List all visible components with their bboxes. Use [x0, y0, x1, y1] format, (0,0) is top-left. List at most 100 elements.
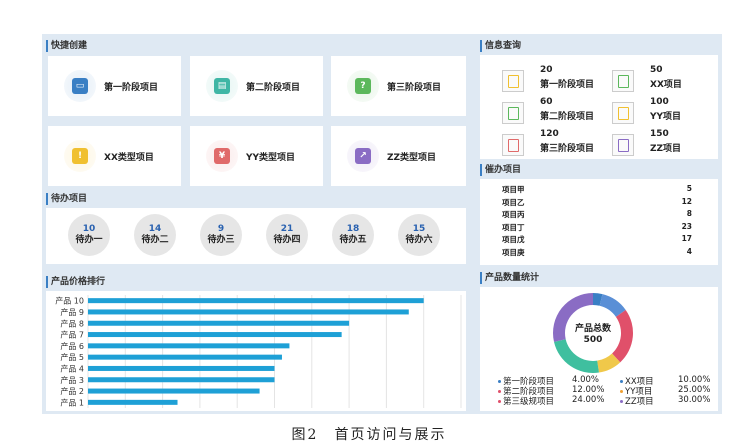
quick-create-card[interactable]: ? 第三阶段项目: [331, 56, 466, 116]
todo-label: 待办二: [141, 235, 169, 245]
info-name: 第三阶段项目: [540, 144, 595, 154]
info-number: 100: [650, 97, 669, 107]
chart-icon: ↗: [347, 140, 379, 172]
urge-panel: 项目甲 5 项目乙 12 项目丙 8 项目丁 23 项目戊 17 项目庚 4: [480, 179, 718, 265]
quick-create-card[interactable]: ¥ YY类型项目: [190, 126, 323, 186]
price-bar[interactable]: [88, 309, 409, 315]
urge-row[interactable]: 项目庚 4: [502, 247, 692, 259]
doc-icon: [502, 102, 524, 124]
urge-name: 项目丁: [502, 222, 525, 232]
bar-category-label: 产品 9: [60, 307, 84, 317]
price-bar[interactable]: [88, 388, 260, 394]
todo-item[interactable]: 15 待办六: [398, 214, 440, 256]
todo-item[interactable]: 21 待办四: [266, 214, 308, 256]
donut-center-value: 500: [583, 335, 603, 345]
legend-percent: 12.00%: [572, 385, 605, 395]
quick-create-card[interactable]: ▤ 第二阶段项目: [190, 56, 323, 116]
quick-create-card[interactable]: ↗ ZZ类型项目: [331, 126, 466, 186]
todo-count: 10: [82, 224, 96, 234]
legend-name: 第三级规项目: [503, 397, 555, 407]
urge-row[interactable]: 项目戊 17: [502, 234, 692, 246]
price-bar[interactable]: [88, 320, 350, 326]
legend-percent: 4.00%: [572, 375, 600, 385]
info-number: 120: [540, 129, 559, 139]
quick-create-label: 第二阶段项目: [246, 83, 301, 93]
info-query-panel: 20 第一阶段项目 50 XX项目 60 第二阶段项目 100 YY项目 120 第三阶段项目 15…: [480, 55, 718, 159]
figure-caption: 图2 首页访问与展示: [291, 427, 447, 443]
doc-icon: [612, 134, 634, 156]
info-number: 50: [650, 65, 663, 75]
bar-category-label: 产品 2: [60, 386, 84, 396]
legend-item[interactable]: 第三级规项目 24.00%: [498, 395, 604, 407]
todo-item[interactable]: 9 待办三: [200, 214, 242, 256]
quick-create-card[interactable]: ! XX类型项目: [48, 126, 181, 186]
legend-dot-icon: [498, 400, 501, 403]
todo-label: 待办六: [405, 235, 433, 245]
legend-percent: 25.00%: [678, 385, 711, 395]
todo-count: 14: [148, 224, 162, 234]
alert-doc-icon: !: [64, 140, 96, 172]
doc-icon: [612, 102, 634, 124]
quick-create-label: YY类型项目: [246, 153, 296, 163]
folder-icon: ▤: [206, 70, 238, 102]
doc-icon: [612, 70, 634, 92]
info-number: 150: [650, 129, 669, 139]
browser-icon: ▭: [64, 70, 96, 102]
info-item[interactable]: 20 第一阶段项目: [502, 65, 612, 99]
info-item[interactable]: 120 第三阶段项目: [502, 129, 612, 163]
quick-create-title: 快捷创建: [46, 39, 87, 53]
todo-count: 9: [217, 224, 225, 234]
info-item[interactable]: 150 ZZ项目: [612, 129, 722, 163]
urge-name: 项目丙: [502, 210, 525, 219]
money-icon: ¥: [206, 140, 238, 172]
info-item[interactable]: 60 第二阶段项目: [502, 97, 612, 131]
price-bar[interactable]: [88, 377, 275, 383]
price-bar[interactable]: [88, 343, 290, 349]
bar-category-label: 产品 8: [60, 318, 84, 328]
info-name: ZZ项目: [650, 144, 682, 154]
urge-value: 5: [686, 184, 692, 193]
doc-icon: [502, 134, 524, 156]
price-rank-panel: 产品 10 产品 9 产品 8 产品 7 产品 6 产品 5 产品 4 产品 3 产品 2 产品 …: [46, 291, 466, 411]
price-bar[interactable]: [88, 365, 275, 371]
legend-item[interactable]: ZZ项目 30.00%: [620, 395, 710, 407]
bar-category-label: 产品 1: [60, 397, 84, 407]
info-query-title: 信息查询: [480, 39, 521, 53]
price-bar[interactable]: [88, 332, 342, 338]
product-stats-panel: 产品总数 500 第一阶段项目 4.00% 第二阶段项目 12.00% 第三级规项目 24…: [480, 287, 718, 411]
bar-category-label: 产品 10: [55, 296, 84, 306]
info-item[interactable]: 100 YY项目: [612, 97, 722, 131]
todo-item[interactable]: 14 待办二: [134, 214, 176, 256]
todo-title: 待办项目: [46, 192, 87, 206]
todo-item[interactable]: 18 待办五: [332, 214, 374, 256]
info-number: 20: [540, 65, 553, 75]
legend-percent: 10.00%: [678, 375, 711, 385]
urge-value: 4: [686, 246, 692, 256]
quick-create-label: 第一阶段项目: [104, 83, 159, 93]
todo-item[interactable]: 10 待办一: [68, 214, 110, 256]
price-bar[interactable]: [88, 354, 282, 360]
urge-row[interactable]: 项目甲 5: [502, 184, 692, 196]
info-item[interactable]: 50 XX项目: [612, 65, 722, 99]
legend-dot-icon: [620, 400, 623, 403]
urge-value: 12: [681, 196, 692, 206]
bar-category-label: 产品 6: [60, 341, 84, 351]
urge-row[interactable]: 项目丙 8: [502, 209, 692, 221]
urge-row[interactable]: 项目丁 23: [502, 222, 692, 234]
legend-percent: 24.00%: [572, 395, 605, 405]
quick-create-card[interactable]: ▭ 第一阶段项目: [48, 56, 181, 116]
todo-label: 待办五: [339, 235, 367, 245]
todo-count: 15: [412, 224, 426, 234]
urge-row[interactable]: 项目乙 12: [502, 197, 692, 209]
bar-category-label: 产品 7: [60, 330, 84, 340]
product-stats-title: 产品数量统计: [480, 271, 539, 285]
urge-name: 项目甲: [502, 185, 525, 194]
price-rank-chart: 产品 10产品 9产品 8 产品 7产品 6产品 5产品 4 产品 3产品 2产品 …: [55, 295, 462, 408]
legend-dot-icon: [620, 380, 623, 383]
price-bar[interactable]: [88, 298, 424, 304]
bar-category-label: 产品 4: [60, 363, 84, 373]
quick-create-label: XX类型项目: [104, 153, 154, 163]
price-bar[interactable]: [88, 399, 178, 405]
bar-category-label: 产品 3: [60, 375, 84, 385]
todo-panel: 10 待办一 14 待办二 9 待办三 21 待办四 18 待办五 15 待办六: [46, 208, 466, 264]
